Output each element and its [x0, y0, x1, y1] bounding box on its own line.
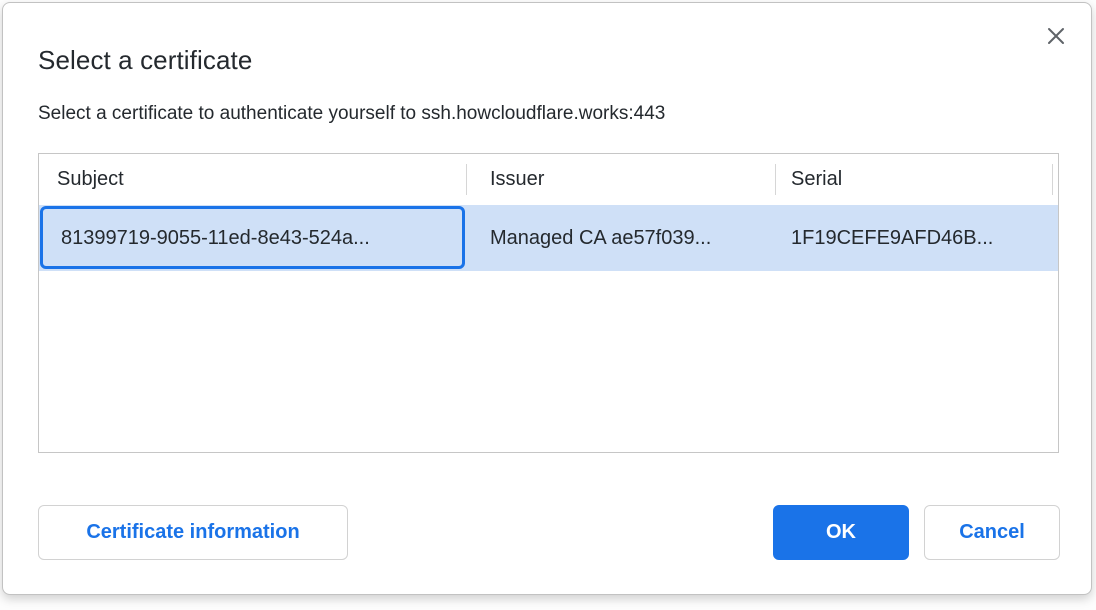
column-header-serial: Serial: [775, 168, 1054, 191]
certificate-information-button[interactable]: Certificate information: [38, 505, 348, 560]
column-divider: [775, 164, 776, 195]
column-divider: [466, 164, 467, 195]
ok-button[interactable]: OK: [773, 505, 909, 560]
column-divider: [1052, 164, 1053, 195]
close-icon: [1047, 27, 1065, 45]
column-header-issuer: Issuer: [466, 168, 775, 191]
page-background: Select a certificate Select a certificat…: [0, 0, 1096, 610]
certificate-row[interactable]: 81399719-9055-11ed-8e43-524a... Managed …: [39, 205, 1058, 271]
close-button[interactable]: [1043, 23, 1069, 49]
cancel-button[interactable]: Cancel: [924, 505, 1060, 560]
cell-subject: 81399719-9055-11ed-8e43-524a...: [39, 227, 466, 250]
cell-issuer: Managed CA ae57f039...: [466, 227, 775, 250]
dialog-subtitle: Select a certificate to authenticate you…: [38, 103, 665, 125]
table-header-row: Subject Issuer Serial: [39, 154, 1058, 205]
certificate-table: Subject Issuer Serial 81399719-9055-11ed…: [38, 153, 1059, 453]
dialog-title: Select a certificate: [38, 45, 252, 76]
certificate-select-dialog: Select a certificate Select a certificat…: [2, 2, 1092, 595]
column-header-subject: Subject: [39, 168, 466, 191]
cell-serial: 1F19CEFE9AFD46B...: [775, 227, 1054, 250]
